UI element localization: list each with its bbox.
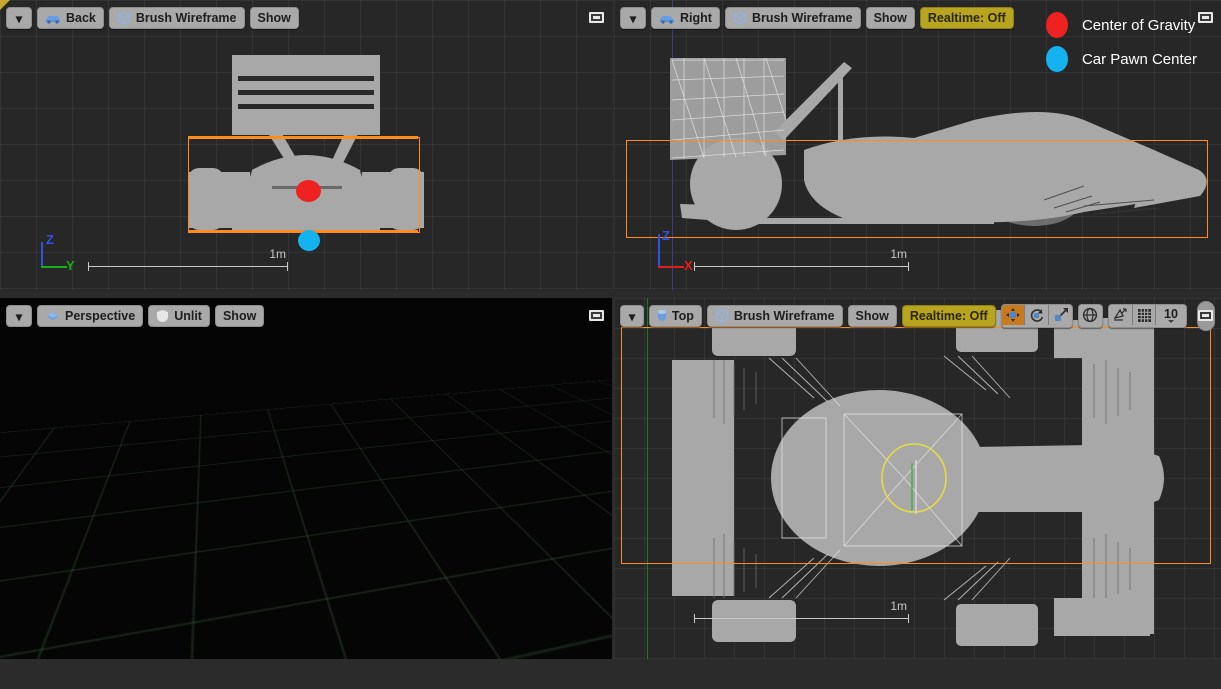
red-sphere-icon <box>1045 12 1068 38</box>
top-realtime-toggle[interactable]: Realtime: Off <box>901 305 996 327</box>
chevron-down-icon: ▾ <box>15 309 23 324</box>
marker-legend: Center of Gravity Car Pawn Center <box>1045 8 1197 76</box>
selection-bounding-box <box>621 327 1211 564</box>
transform-gizmo-group <box>1000 304 1073 328</box>
shield-lit-icon <box>156 309 169 323</box>
right-realtime-toggle[interactable]: Realtime: Off <box>919 7 1014 29</box>
top-show-label: Show <box>855 309 889 323</box>
grid-size-value: 10 <box>1164 307 1178 321</box>
surface-snap-button[interactable] <box>1108 305 1132 325</box>
cube-wireframe-icon <box>117 11 131 25</box>
rotate-gizmo-button[interactable] <box>1024 305 1049 325</box>
selection-bounding-box <box>626 140 1208 238</box>
right-show-label: Show <box>873 11 907 25</box>
right-view-mode-button[interactable]: Right <box>651 7 720 29</box>
editor-viewport-layout: Z Y 1m ▾ Back Brush Wireframe Show Z X 1… <box>0 0 1221 689</box>
blue-sphere-icon <box>1045 46 1068 72</box>
back-show-menu-button[interactable]: Show <box>249 7 299 29</box>
grid-icon <box>1137 308 1152 323</box>
right-realtime-label: Realtime: Off <box>927 11 1006 25</box>
viewport-options-dropdown[interactable]: ▾ <box>6 7 32 29</box>
viewport-corner-tab <box>0 0 10 10</box>
maximize-viewport-icon[interactable] <box>589 310 604 321</box>
world-coordinate-button[interactable] <box>1079 305 1102 325</box>
scale-bar-top: 1m <box>694 599 909 624</box>
rotate-icon <box>1029 307 1045 323</box>
perspective-viewport[interactable]: Z Y X ▾ Perspective Unli <box>0 298 612 659</box>
maximize-viewport-icon[interactable] <box>589 12 604 23</box>
viewport-options-dropdown[interactable]: ▾ <box>620 7 646 29</box>
grid-size-dropdown[interactable]: 10 <box>1155 305 1186 325</box>
top-show-menu-button[interactable]: Show <box>847 305 897 327</box>
perspective-shading-mode-button[interactable]: Unlit <box>148 305 210 327</box>
maximize-viewport-icon[interactable] <box>1198 12 1213 23</box>
car-side-icon <box>659 12 675 24</box>
center-of-gravity-marker <box>296 180 321 202</box>
chevron-down-icon: ▾ <box>629 11 637 26</box>
perspective-show-menu-button[interactable]: Show <box>214 305 265 327</box>
globe-icon <box>1082 307 1098 323</box>
surface-snap-icon <box>1112 307 1128 323</box>
scale-icon <box>1053 307 1069 323</box>
move-arrows-icon <box>1005 307 1021 323</box>
grid-snap-toggle[interactable] <box>1131 305 1156 325</box>
cube-wireframe-icon <box>715 309 729 323</box>
perspective-show-label: Show <box>222 309 257 323</box>
legend-label-car-pawn-center: Car Pawn Center <box>1081 50 1197 68</box>
top-orthographic-viewport[interactable]: X Y ? 1m ▾ Top <box>614 298 1221 659</box>
right-show-menu-button[interactable]: Show <box>865 7 915 29</box>
top-realtime-label: Realtime: Off <box>909 309 988 323</box>
back-shading-mode-button[interactable]: Brush Wireframe <box>108 7 245 29</box>
right-view-label: Right <box>680 11 712 25</box>
scale-bar-right: 1m <box>694 247 909 272</box>
back-view-mode-button[interactable]: Back <box>37 7 104 29</box>
viewport-options-dropdown[interactable]: ▾ <box>6 305 32 327</box>
viewport-options-dropdown[interactable]: ▾ <box>620 305 644 327</box>
perspective-shading-label: Unlit <box>174 309 202 323</box>
top-view-mode-button[interactable]: Top <box>648 305 702 327</box>
selection-bounding-box <box>0 298 612 659</box>
back-view-label: Back <box>66 11 96 25</box>
perspective-view-label: Perspective <box>65 309 136 323</box>
car-pawn-center-marker <box>298 230 320 251</box>
top-shading-label: Brush Wireframe <box>733 309 835 323</box>
chevron-down-icon <box>1167 320 1174 323</box>
selection-edge-top <box>188 136 418 139</box>
legend-item: Center of Gravity <box>1045 8 1197 42</box>
legend-label-center-of-gravity: Center of Gravity <box>1081 16 1196 34</box>
cylinder-top-icon <box>657 309 667 323</box>
translate-gizmo-button[interactable] <box>1001 305 1025 325</box>
back-orthographic-viewport[interactable]: Z Y 1m ▾ Back Brush Wireframe Show <box>0 0 612 290</box>
axis-indicator-back: Z Y <box>38 232 78 273</box>
coordinate-space-group <box>1078 304 1103 328</box>
top-view-label: Top <box>671 309 694 323</box>
top-shading-mode-button[interactable]: Brush Wireframe <box>706 305 843 327</box>
legend-item: Car Pawn Center <box>1045 42 1197 76</box>
cube-wireframe-icon <box>733 11 747 25</box>
chevron-down-icon: ▾ <box>628 309 636 324</box>
right-shading-label: Brush Wireframe <box>751 11 853 25</box>
perspective-camera-icon <box>45 310 60 323</box>
right-shading-mode-button[interactable]: Brush Wireframe <box>724 7 861 29</box>
axis-indicator-right: Z X <box>644 228 693 273</box>
maximize-viewport-icon[interactable] <box>1198 310 1213 321</box>
scale-gizmo-button[interactable] <box>1048 305 1072 325</box>
chevron-down-icon: ▾ <box>15 11 23 26</box>
back-show-label: Show <box>257 11 291 25</box>
snap-settings-group: 10 <box>1107 304 1187 328</box>
scale-bar-back: 1m <box>88 247 288 272</box>
car-front-icon <box>45 12 61 24</box>
back-shading-label: Brush Wireframe <box>135 11 237 25</box>
perspective-view-mode-button[interactable]: Perspective <box>37 305 144 327</box>
